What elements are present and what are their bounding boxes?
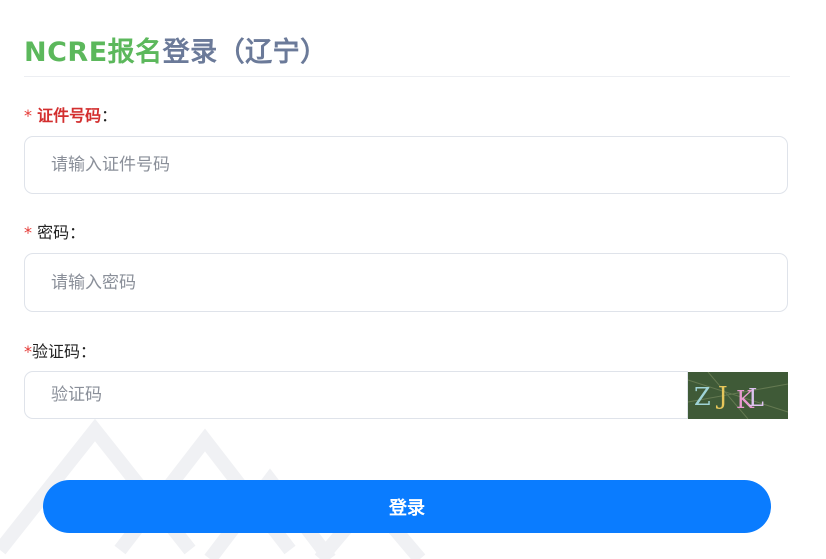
captcha-image[interactable]: Z J K L bbox=[688, 372, 788, 419]
password-label-text: 密码： bbox=[37, 223, 86, 242]
title-rest: 登录（辽宁） bbox=[162, 37, 328, 68]
svg-text:Z: Z bbox=[694, 383, 711, 411]
password-input[interactable] bbox=[25, 254, 787, 311]
id-number-field[interactable] bbox=[24, 136, 788, 194]
svg-text:L: L bbox=[748, 384, 764, 412]
required-mark: * bbox=[24, 223, 32, 242]
captcha-field[interactable] bbox=[24, 371, 688, 419]
captcha-image-graphic: Z J K L bbox=[688, 372, 788, 419]
password-field[interactable] bbox=[24, 253, 788, 312]
password-label: * 密码： bbox=[24, 219, 85, 243]
id-number-label: * 证件号码： bbox=[24, 102, 117, 126]
captcha-label: *验证码： bbox=[24, 338, 96, 362]
required-mark: * bbox=[24, 342, 32, 361]
id-number-label-text: 证件号码 bbox=[37, 106, 102, 125]
title-brand: NCRE报名 bbox=[24, 37, 163, 68]
captcha-label-text: 验证码： bbox=[32, 342, 97, 361]
id-number-label-colon: ： bbox=[101, 106, 118, 125]
page-title: NCRE报名登录（辽宁） bbox=[24, 30, 328, 69]
captcha-input[interactable] bbox=[25, 372, 687, 418]
required-mark: * bbox=[24, 106, 32, 125]
login-button[interactable]: 登录 bbox=[43, 480, 771, 533]
id-number-input[interactable] bbox=[25, 137, 787, 193]
title-divider bbox=[24, 76, 790, 77]
